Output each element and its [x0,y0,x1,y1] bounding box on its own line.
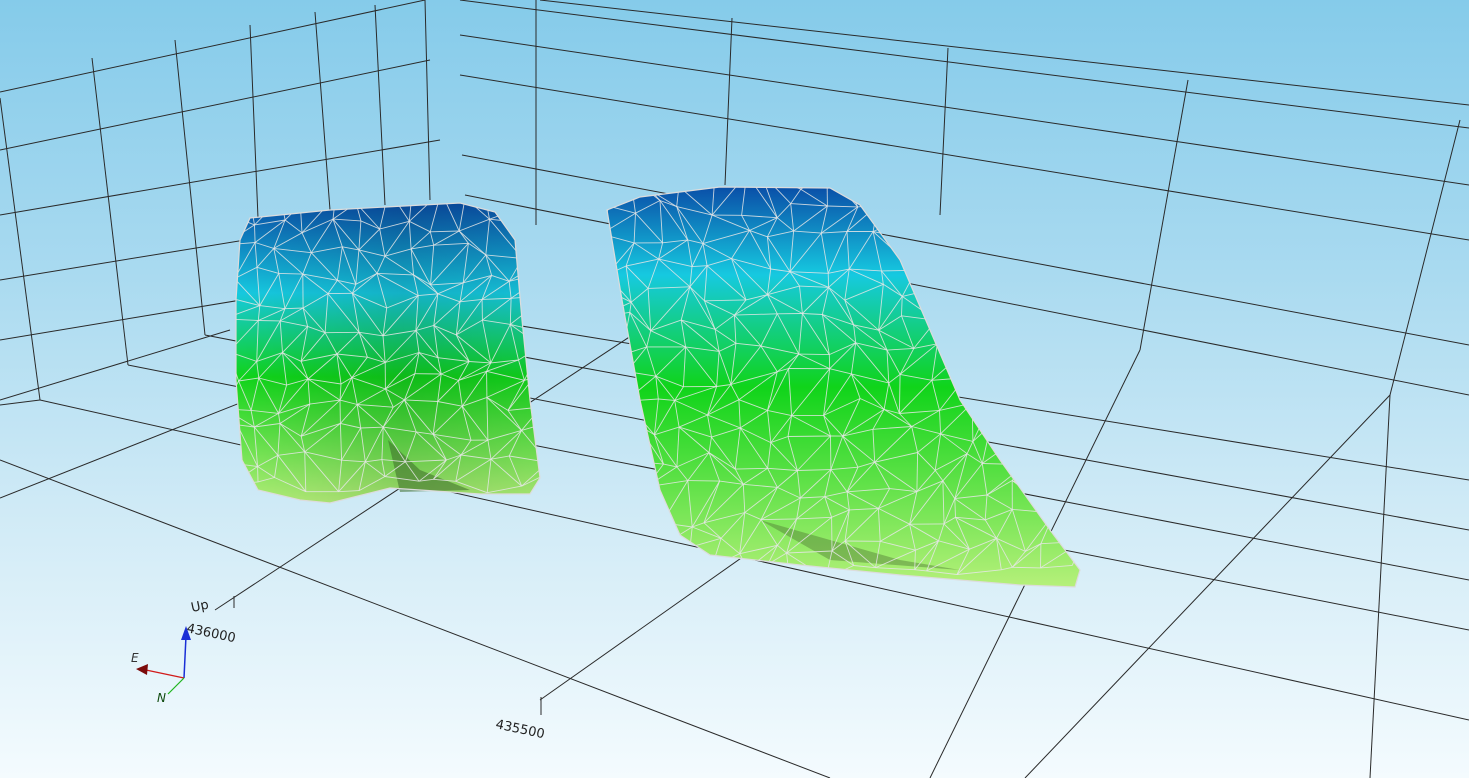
3d-viewport[interactable]: Up 436000 435500 E N [0,0,1469,778]
up-axis-line [183,635,187,679]
mesh-surface-left[interactable] [221,190,550,504]
mesh-surface-right[interactable] [590,172,1084,588]
north-axis-label: N [157,691,166,705]
orientation-triad: E N [131,626,191,705]
axis-label-up: Up [190,598,211,616]
grid-ticks [233,596,542,715]
east-axis-label: E [131,651,139,665]
north-axis-line [167,677,185,695]
tick-label-435500: 435500 [494,717,546,742]
tick-label-436000: 436000 [185,621,237,646]
east-arrow-icon [136,664,148,675]
grid-right-wall [459,0,1469,778]
east-axis-line [145,669,185,679]
